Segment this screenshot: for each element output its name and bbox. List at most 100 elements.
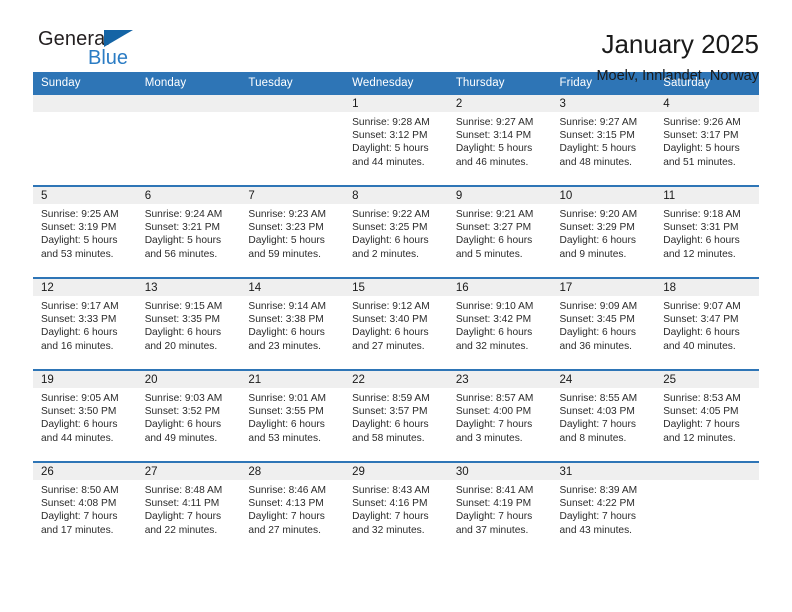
day-details: Sunrise: 9:09 AM Sunset: 3:45 PM Daylight:… xyxy=(552,296,656,353)
calendar-day-cell[interactable]: 18 Sunrise: 9:07 AM Sunset: 3:47 PM Dayligh… xyxy=(655,277,759,370)
calendar-day-cell[interactable]: 11 Sunrise: 9:18 AM Sunset: 3:31 PM Dayligh… xyxy=(655,185,759,278)
daylight-text-line2: and 17 minutes. xyxy=(41,524,114,536)
daylight-text-line1: Daylight: 7 hours xyxy=(41,511,118,523)
calendar-day-cell[interactable]: 8 Sunrise: 9:22 AM Sunset: 3:25 PM Daylight… xyxy=(344,185,448,278)
day-number: 21 xyxy=(240,371,345,388)
sunset-text: Sunset: 3:52 PM xyxy=(144,406,221,418)
daylight-text-line1: Daylight: 6 hours xyxy=(248,327,325,339)
sunset-text: Sunset: 3:19 PM xyxy=(41,222,117,234)
calendar-day-cell[interactable]: 28 Sunrise: 8:46 AM Sunset: 4:13 PM Dayligh… xyxy=(240,461,345,553)
daylight-text-line1: Daylight: 7 hours xyxy=(455,419,533,431)
calendar-day-cell[interactable]: 1 Sunrise: 9:28 AM Sunset: 3:12 PM Daylight… xyxy=(344,95,448,186)
daylight-text-line1: Daylight: 7 hours xyxy=(455,511,533,523)
sunrise-text: Sunrise: 9:18 AM xyxy=(663,209,741,220)
daylight-text-line2: and 56 minutes. xyxy=(144,248,218,260)
day-number xyxy=(240,95,345,112)
calendar-day-cell[interactable]: 16 Sunrise: 9:10 AM Sunset: 3:42 PM Dayligh… xyxy=(447,277,552,370)
day-number xyxy=(655,463,759,480)
calendar-day-cell[interactable]: 21 Sunrise: 9:01 AM Sunset: 3:55 PM Dayligh… xyxy=(240,369,345,462)
day-number: 16 xyxy=(447,279,552,296)
daylight-text-line1: Daylight: 6 hours xyxy=(248,419,325,431)
day-number: 31 xyxy=(551,463,656,480)
day-details: Sunrise: 9:28 AM Sunset: 3:12 PM Daylight:… xyxy=(344,112,448,169)
daylight-text-line2: and 36 minutes. xyxy=(559,340,633,352)
day-number: 8 xyxy=(344,187,448,204)
calendar-day-cell[interactable]: 12 Sunrise: 9:17 AM Sunset: 3:33 PM Dayligh… xyxy=(33,277,137,370)
daylight-text-line1: Daylight: 6 hours xyxy=(144,419,222,431)
day-number: 26 xyxy=(33,463,137,480)
calendar-week-row: 19 Sunrise: 9:05 AM Sunset: 3:50 PM Dayligh… xyxy=(33,369,759,462)
calendar-day-cell[interactable]: 5 Sunrise: 9:25 AM Sunset: 3:19 PM Daylight… xyxy=(33,185,137,278)
day-details: Sunrise: 8:48 AM Sunset: 4:11 PM Daylight:… xyxy=(137,480,241,537)
calendar-day-cell[interactable]: 6 Sunrise: 9:24 AM Sunset: 3:21 PM Daylight… xyxy=(136,185,241,278)
sunrise-text: Sunrise: 9:24 AM xyxy=(144,209,223,220)
sunset-text: Sunset: 3:12 PM xyxy=(352,130,428,142)
weekday-header-sunday: Sunday xyxy=(33,72,137,95)
calendar-day-cell[interactable]: 17 Sunrise: 9:09 AM Sunset: 3:45 PM Dayligh… xyxy=(551,277,656,370)
sunrise-text: Sunrise: 9:14 AM xyxy=(248,301,326,312)
calendar-day-cell[interactable]: 3 Sunrise: 9:27 AM Sunset: 3:15 PM Daylight… xyxy=(551,95,656,186)
calendar-day-cell[interactable]: 2 Sunrise: 9:27 AM Sunset: 3:14 PM Daylight… xyxy=(447,95,552,186)
sunset-text: Sunset: 4:16 PM xyxy=(352,498,428,510)
calendar-day-cell-empty xyxy=(655,461,759,553)
day-number: 1 xyxy=(344,95,448,112)
day-details: Sunrise: 8:50 AM Sunset: 4:08 PM Daylight:… xyxy=(33,480,137,537)
daylight-text-line1: Daylight: 6 hours xyxy=(559,327,636,339)
daylight-text-line2: and 20 minutes. xyxy=(144,340,218,352)
general-blue-logo[interactable]: General Blue xyxy=(33,28,163,74)
daylight-text-line1: Daylight: 5 hours xyxy=(144,235,222,247)
calendar-day-cell[interactable]: 25 Sunrise: 8:53 AM Sunset: 4:05 PM Dayligh… xyxy=(655,369,759,462)
sunset-text: Sunset: 3:27 PM xyxy=(455,222,532,234)
daylight-text-line1: Daylight: 6 hours xyxy=(663,327,740,339)
calendar-day-cell[interactable]: 27 Sunrise: 8:48 AM Sunset: 4:11 PM Dayligh… xyxy=(136,461,241,553)
daylight-text-line2: and 27 minutes. xyxy=(248,524,321,536)
sunset-text: Sunset: 3:31 PM xyxy=(663,222,739,234)
weekday-header-thursday: Thursday xyxy=(447,72,552,95)
day-details: Sunrise: 9:27 AM Sunset: 3:15 PM Daylight:… xyxy=(552,112,656,169)
sunset-text: Sunset: 3:33 PM xyxy=(41,314,117,326)
calendar-day-cell[interactable]: 10 Sunrise: 9:20 AM Sunset: 3:29 PM Dayligh… xyxy=(551,185,656,278)
calendar-day-cell[interactable]: 4 Sunrise: 9:26 AM Sunset: 3:17 PM Daylight… xyxy=(655,95,759,186)
calendar-day-cell[interactable]: 23 Sunrise: 8:57 AM Sunset: 4:00 PM Dayligh… xyxy=(447,369,552,462)
day-number: 2 xyxy=(447,95,552,112)
daylight-text-line1: Daylight: 6 hours xyxy=(663,235,740,247)
month-calendar: Sunday Monday Tuesday Wednesday Thursday… xyxy=(33,72,759,553)
daylight-text-line2: and 51 minutes. xyxy=(663,156,736,168)
sunset-text: Sunset: 3:21 PM xyxy=(144,222,221,234)
daylight-text-line1: Daylight: 6 hours xyxy=(41,327,118,339)
sunset-text: Sunset: 3:14 PM xyxy=(455,130,532,142)
day-details: Sunrise: 9:26 AM Sunset: 3:17 PM Daylight:… xyxy=(655,112,759,169)
daylight-text-line2: and 43 minutes. xyxy=(559,524,633,536)
daylight-text-line1: Daylight: 7 hours xyxy=(663,419,740,431)
calendar-week-row: 12 Sunrise: 9:17 AM Sunset: 3:33 PM Dayligh… xyxy=(33,277,759,370)
calendar-day-cell[interactable]: 7 Sunrise: 9:23 AM Sunset: 3:23 PM Daylight… xyxy=(240,185,345,278)
calendar-day-cell[interactable]: 22 Sunrise: 8:59 AM Sunset: 3:57 PM Dayligh… xyxy=(344,369,448,462)
daylight-text-line2: and 58 minutes. xyxy=(352,432,425,444)
daylight-text-line1: Daylight: 5 hours xyxy=(41,235,118,247)
sunrise-text: Sunrise: 9:05 AM xyxy=(41,393,119,404)
sunrise-text: Sunrise: 8:59 AM xyxy=(352,393,430,404)
sunset-text: Sunset: 3:17 PM xyxy=(663,130,739,142)
calendar-day-cell[interactable]: 9 Sunrise: 9:21 AM Sunset: 3:27 PM Daylight… xyxy=(447,185,552,278)
calendar-day-cell[interactable]: 24 Sunrise: 8:55 AM Sunset: 4:03 PM Dayligh… xyxy=(551,369,656,462)
day-number: 23 xyxy=(447,371,552,388)
calendar-day-cell[interactable]: 15 Sunrise: 9:12 AM Sunset: 3:40 PM Dayligh… xyxy=(344,277,448,370)
day-details: Sunrise: 8:41 AM Sunset: 4:19 PM Daylight:… xyxy=(448,480,552,537)
daylight-text-line2: and 5 minutes. xyxy=(455,248,523,260)
calendar-day-cell[interactable]: 14 Sunrise: 9:14 AM Sunset: 3:38 PM Dayligh… xyxy=(240,277,345,370)
calendar-day-cell[interactable]: 19 Sunrise: 9:05 AM Sunset: 3:50 PM Dayligh… xyxy=(33,369,137,462)
sunset-text: Sunset: 3:42 PM xyxy=(455,314,532,326)
sunset-text: Sunset: 4:05 PM xyxy=(663,406,739,418)
daylight-text-line1: Daylight: 6 hours xyxy=(559,235,636,247)
calendar-day-cell[interactable]: 29 Sunrise: 8:43 AM Sunset: 4:16 PM Dayligh… xyxy=(344,461,448,553)
calendar-day-cell-empty xyxy=(240,95,345,186)
calendar-day-cell[interactable]: 30 Sunrise: 8:41 AM Sunset: 4:19 PM Dayligh… xyxy=(447,461,552,553)
calendar-day-cell[interactable]: 31 Sunrise: 8:39 AM Sunset: 4:22 PM Dayligh… xyxy=(551,461,656,553)
calendar-day-cell[interactable]: 26 Sunrise: 8:50 AM Sunset: 4:08 PM Dayligh… xyxy=(33,461,137,553)
day-details: Sunrise: 8:59 AM Sunset: 3:57 PM Daylight:… xyxy=(344,388,448,445)
sunrise-text: Sunrise: 9:23 AM xyxy=(248,209,326,220)
calendar-day-cell[interactable]: 13 Sunrise: 9:15 AM Sunset: 3:35 PM Dayligh… xyxy=(136,277,241,370)
day-number: 13 xyxy=(136,279,241,296)
daylight-text-line1: Daylight: 6 hours xyxy=(455,235,533,247)
calendar-day-cell[interactable]: 20 Sunrise: 9:03 AM Sunset: 3:52 PM Dayligh… xyxy=(136,369,241,462)
